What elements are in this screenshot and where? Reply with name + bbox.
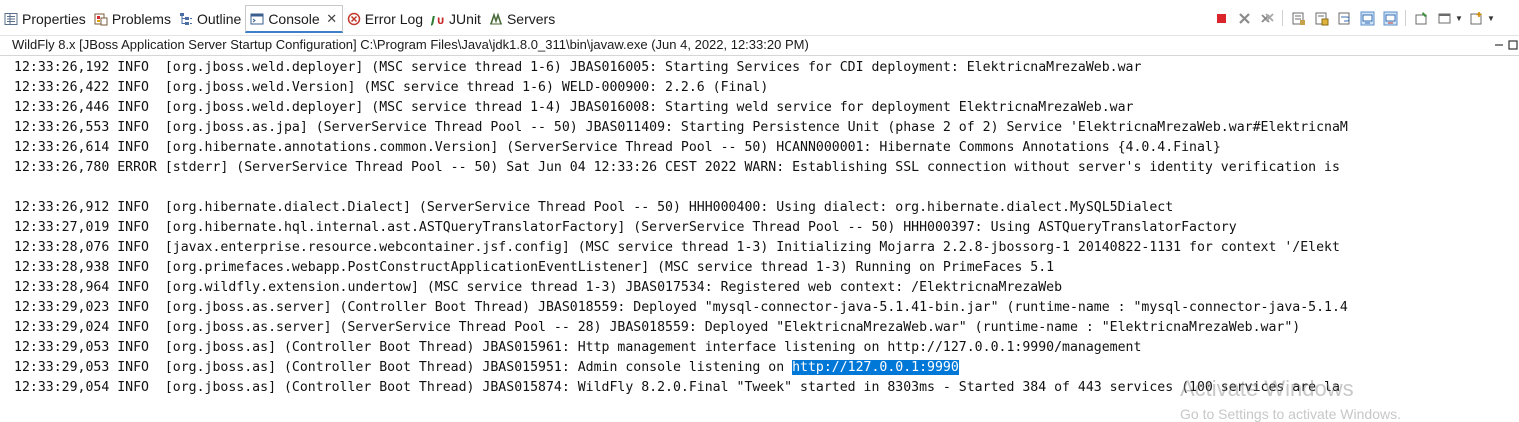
word-wrap-icon [1338, 12, 1350, 24]
maximize-icon[interactable] [1507, 39, 1519, 51]
show-console-output-icon [1360, 11, 1374, 25]
console-icon [250, 12, 264, 26]
toolbar-separator [1405, 10, 1406, 26]
tab-junit[interactable]: JU JUnit [427, 6, 485, 32]
error-log-icon [347, 12, 361, 26]
console-line: 12:33:28,938 INFO [org.primefaces.webapp… [14, 260, 1055, 275]
console-line: 12:33:26,780 ERROR [stderr] (ServerServi… [14, 160, 1340, 175]
open-console-button[interactable] [1466, 8, 1486, 28]
tab-servers[interactable]: Servers [485, 6, 559, 32]
terminate-icon [1216, 13, 1226, 23]
tab-outline[interactable]: Outline [175, 6, 245, 32]
remove-all-terminated-button[interactable] [1257, 8, 1277, 28]
svg-text:U: U [437, 17, 444, 26]
show-console-error-icon [1383, 11, 1397, 25]
svg-text:J: J [431, 14, 435, 26]
console-line: 12:33:29,053 INFO [org.jboss.as] (Contro… [14, 340, 1142, 355]
pin-console-button[interactable] [1411, 8, 1431, 28]
clear-console-icon [1292, 12, 1305, 25]
console-output[interactable]: 12:33:26,192 INFO [org.jboss.weld.deploy… [0, 55, 1519, 418]
admin-console-link[interactable]: http://127.0.0.1:9990 [792, 360, 959, 375]
process-description: WildFly 8.x [JBoss Application Server St… [12, 37, 809, 52]
properties-icon [4, 12, 18, 26]
terminate-button[interactable] [1211, 8, 1231, 28]
tab-label: Error Log [364, 11, 424, 27]
close-icon[interactable]: ✕ [326, 11, 338, 27]
open-console-icon [1470, 11, 1481, 24]
console-line: 12:33:27,019 INFO [org.hibernate.hql.int… [14, 220, 1237, 235]
console-line: 12:33:29,054 INFO [org.jboss.as] (Contro… [14, 380, 1340, 395]
console-line: 12:33:29,023 INFO [org.jboss.as.server] … [14, 300, 1348, 315]
tab-label: Servers [506, 11, 556, 27]
chevron-down-icon[interactable]: ▼ [1455, 14, 1463, 23]
chevron-down-icon[interactable]: ▼ [1487, 14, 1495, 23]
console-line: 12:33:26,912 INFO [org.hibernate.dialect… [14, 200, 1174, 215]
console-toolbar: ▼ ▼ [1208, 8, 1495, 28]
pin-icon [1415, 11, 1427, 24]
view-tabs: Properties Problems Outline Console ✕ Er… [0, 5, 559, 33]
tab-label: Problems [111, 11, 171, 27]
tab-error-log[interactable]: Error Log [343, 6, 427, 32]
tab-label: Properties [22, 11, 86, 27]
junit-icon: JU [429, 12, 445, 27]
view-controls [1493, 36, 1519, 54]
tab-label: Console [268, 10, 320, 27]
scroll-lock-button[interactable] [1311, 8, 1331, 28]
outline-icon [179, 12, 193, 26]
toolbar-separator [1282, 10, 1283, 26]
show-on-output-button[interactable] [1357, 8, 1377, 28]
console-line: 12:33:26,422 INFO [org.jboss.weld.Versio… [14, 80, 769, 95]
scroll-lock-icon [1315, 12, 1328, 25]
tab-properties[interactable]: Properties [0, 6, 90, 32]
console-line: 12:33:28,076 INFO [javax.enterprise.reso… [14, 240, 1340, 255]
tab-problems[interactable]: Problems [90, 6, 175, 32]
word-wrap-button[interactable] [1334, 8, 1354, 28]
problems-icon [94, 12, 108, 26]
show-on-error-button[interactable] [1380, 8, 1400, 28]
console-line-prefix: 12:33:29,053 INFO [org.jboss.as] (Contro… [14, 360, 793, 375]
display-selected-console-button[interactable] [1434, 8, 1454, 28]
remove-all-icon [1260, 12, 1274, 23]
servers-icon [489, 12, 503, 26]
console-line: 12:33:26,614 INFO [org.hibernate.annotat… [14, 140, 1221, 155]
view-tab-bar: Properties Problems Outline Console ✕ Er… [0, 0, 1519, 36]
minimize-icon[interactable] [1493, 39, 1505, 51]
tab-console[interactable]: Console ✕ [245, 5, 343, 33]
display-console-icon [1438, 13, 1450, 23]
console-line-admin: 12:33:29,053 INFO [org.jboss.as] (Contro… [14, 358, 1519, 378]
tab-label: Outline [196, 11, 242, 27]
console-line: 12:33:26,192 INFO [org.jboss.weld.deploy… [14, 60, 1142, 75]
remove-icon [1238, 12, 1250, 24]
console-line: 12:33:26,553 INFO [org.jboss.as.jpa] (Se… [14, 120, 1348, 135]
tab-label: JUnit [449, 11, 481, 27]
console-line: 12:33:28,964 INFO [org.wildfly.extension… [14, 280, 1063, 295]
remove-launch-button[interactable] [1234, 8, 1254, 28]
console-line: 12:33:29,024 INFO [org.jboss.as.server] … [14, 320, 1301, 335]
console-line: 12:33:26,446 INFO [org.jboss.weld.deploy… [14, 100, 1134, 115]
clear-console-button[interactable] [1288, 8, 1308, 28]
